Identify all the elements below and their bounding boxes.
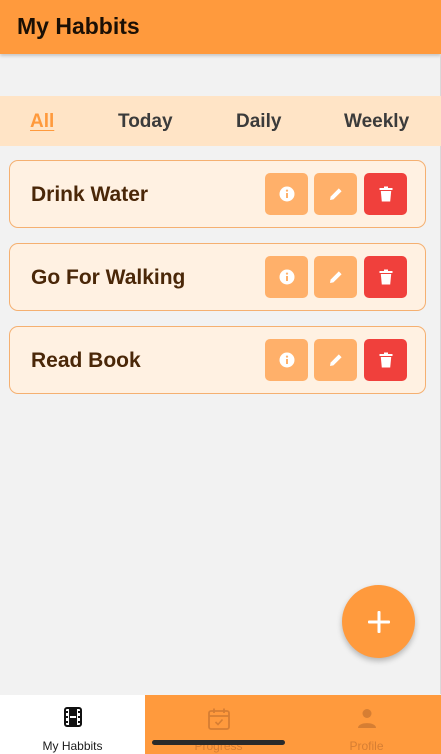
app-bar: My Habbits: [0, 0, 441, 54]
trash-icon: [379, 269, 392, 285]
info-icon: [279, 186, 294, 202]
nav-item-progress[interactable]: Progress: [145, 695, 292, 754]
trash-icon: [379, 186, 392, 202]
habit-card[interactable]: Drink Water: [9, 160, 426, 228]
filter-tabs: All Today Daily Weekly: [0, 96, 441, 146]
nav-label: Profile: [349, 739, 384, 753]
nav-item-my-habbits[interactable]: My Habbits: [0, 695, 145, 754]
tab-weekly[interactable]: Weekly: [344, 111, 409, 133]
film-icon: [63, 707, 82, 727]
info-button[interactable]: [265, 256, 308, 298]
habit-name: Read Book: [31, 349, 141, 372]
tab-all[interactable]: All: [30, 111, 54, 133]
calendar-check-icon: [207, 708, 230, 730]
plus-icon: [367, 610, 390, 633]
habit-name: Drink Water: [31, 183, 149, 206]
pencil-icon: [329, 271, 342, 283]
delete-button[interactable]: [364, 256, 407, 298]
add-habit-button[interactable]: [342, 585, 415, 658]
edit-button[interactable]: [314, 256, 357, 298]
tab-daily[interactable]: Daily: [236, 111, 281, 133]
edit-button[interactable]: [314, 173, 357, 215]
nav-item-profile[interactable]: Profile: [292, 695, 441, 754]
habit-card[interactable]: Go For Walking: [9, 243, 426, 311]
tab-today[interactable]: Today: [118, 111, 173, 133]
info-button[interactable]: [265, 173, 308, 215]
nav-label: My Habbits: [42, 739, 103, 753]
page-title: My Habbits: [17, 13, 140, 39]
pencil-icon: [329, 354, 342, 366]
bottom-navigation: My Habbits Progress Profile: [0, 695, 441, 754]
habit-card[interactable]: Read Book: [9, 326, 426, 394]
info-icon: [279, 269, 294, 285]
home-indicator[interactable]: [152, 740, 285, 745]
delete-button[interactable]: [364, 173, 407, 215]
person-icon: [357, 709, 376, 728]
habit-name: Go For Walking: [31, 266, 186, 289]
pencil-icon: [329, 188, 342, 200]
info-icon: [279, 352, 294, 368]
delete-button[interactable]: [364, 339, 407, 381]
trash-icon: [379, 352, 392, 368]
info-button[interactable]: [265, 339, 308, 381]
edit-button[interactable]: [314, 339, 357, 381]
